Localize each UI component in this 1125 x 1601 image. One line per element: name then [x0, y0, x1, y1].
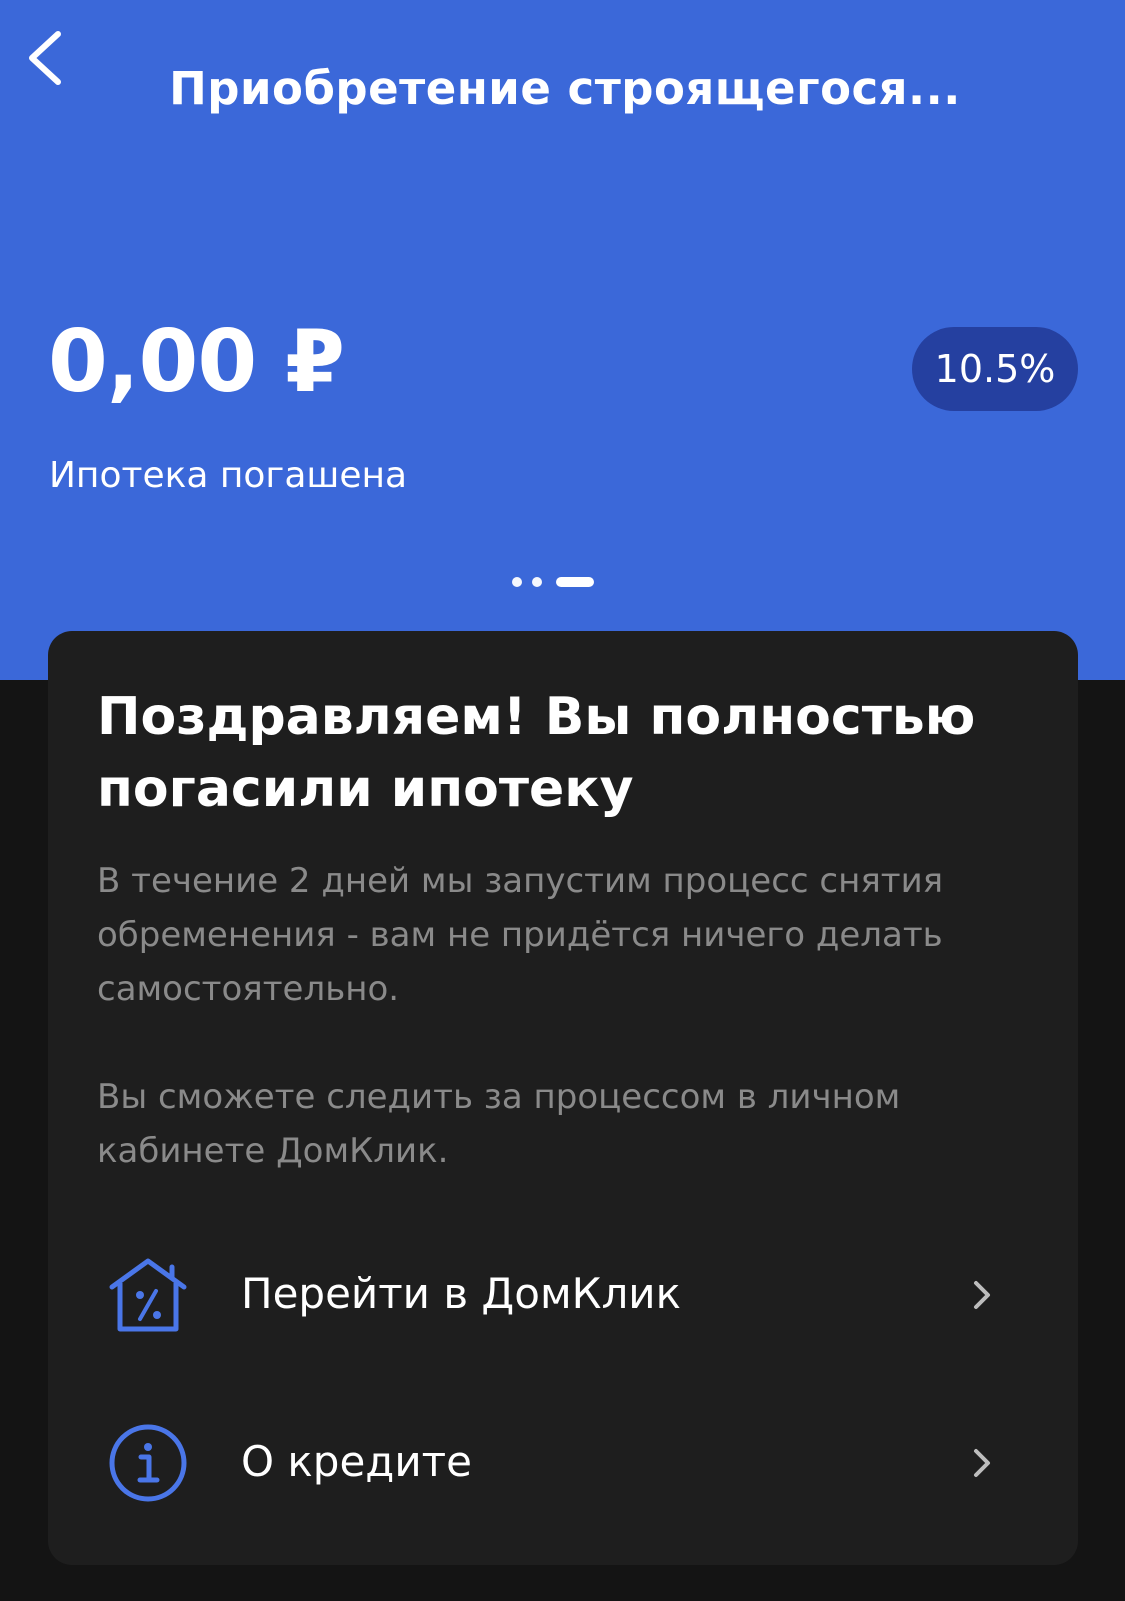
card-paragraph-encumbrance: В течение 2 дней мы запустим процесс сня… [97, 861, 944, 1009]
card-heading: Поздравляем! Вы полностью погасили ипоте… [97, 687, 976, 819]
back-button[interactable] [18, 20, 88, 96]
go-to-domclick-button[interactable]: Перейти в ДомКлик [48, 1237, 1078, 1347]
payoff-card: Поздравляем! Вы полностью погасили ипоте… [48, 631, 1078, 1565]
page-dot-2 [532, 577, 542, 587]
page-title: Приобретение строящегося... [169, 62, 961, 115]
chevron-right-icon [968, 1443, 996, 1483]
info-icon [106, 1421, 190, 1505]
interest-rate-badge: 10.5% [912, 327, 1078, 411]
balance-amount: 0,00 ₽ [48, 312, 345, 412]
page-dot-1 [512, 577, 522, 587]
chevron-right-icon [968, 1275, 996, 1315]
house-percent-icon [106, 1253, 190, 1337]
page-dot-active [556, 577, 594, 587]
go-to-domclick-label: Перейти в ДомКлик [241, 1269, 681, 1318]
card-paragraph-tracking: Вы сможете следить за процессом в личном… [97, 1077, 901, 1171]
about-credit-label: О кредите [241, 1437, 472, 1486]
chevron-left-icon [29, 31, 61, 85]
mortgage-header: Приобретение строящегося... 0,00 ₽ 10.5%… [0, 0, 1125, 680]
mortgage-status: Ипотека погашена [49, 455, 408, 496]
about-credit-button[interactable]: О кредите [48, 1405, 1078, 1515]
